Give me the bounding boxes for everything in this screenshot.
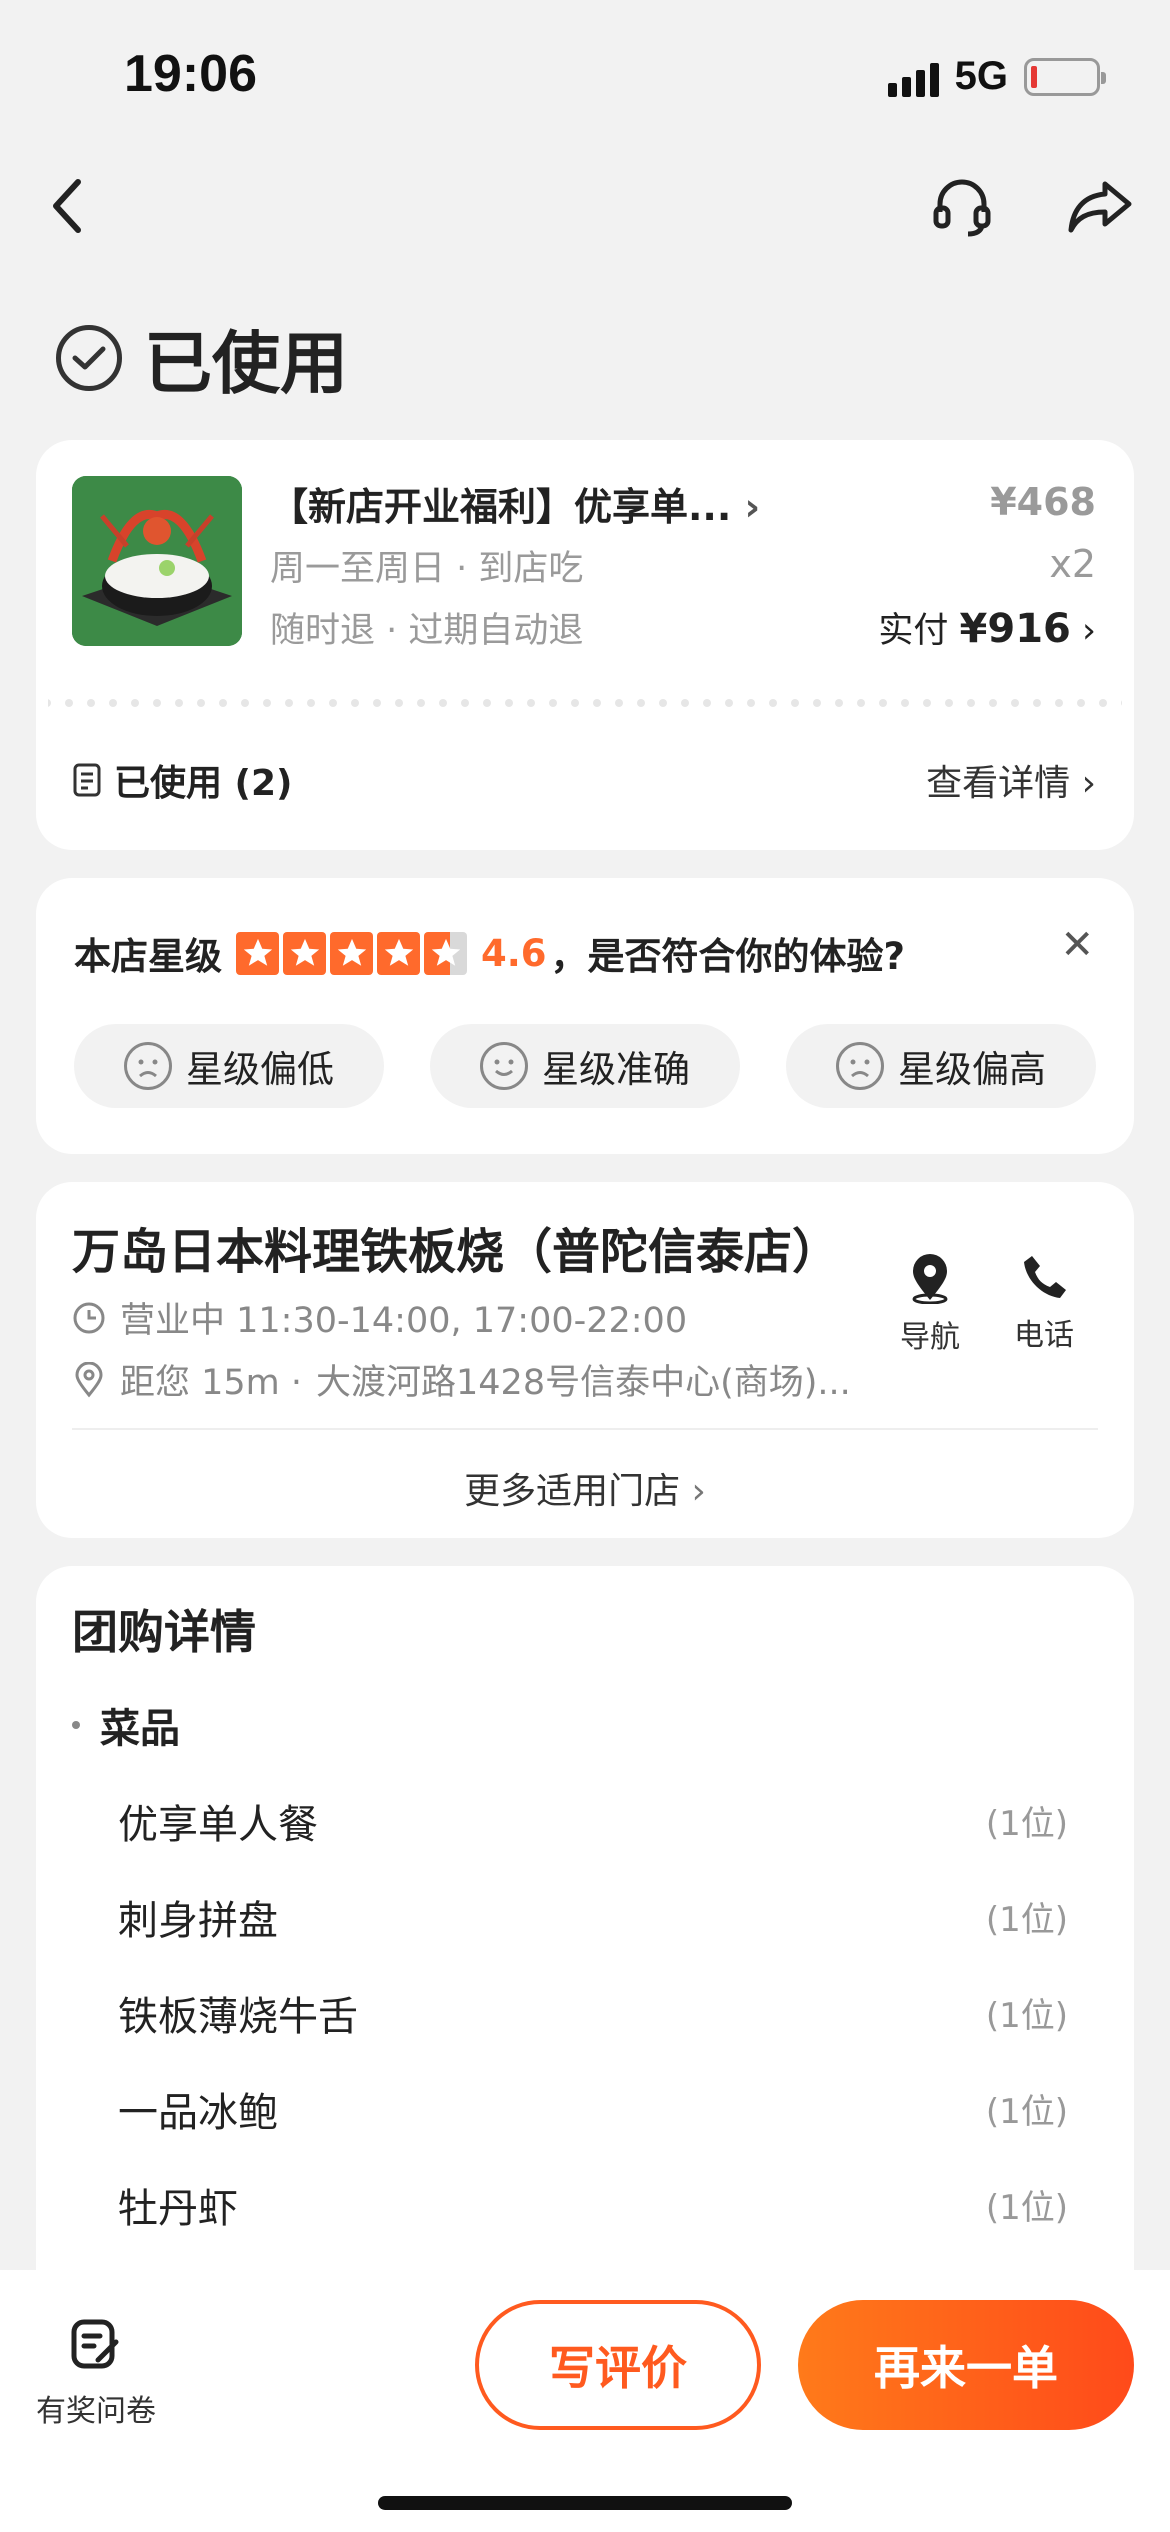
paid-label: 实付 xyxy=(878,611,960,651)
paid-amount: ¥916 xyxy=(959,606,1071,652)
rating-option-high[interactable]: 星级偏高 xyxy=(786,1024,1096,1108)
store-name[interactable]: 万岛日本料理铁板烧（普陀信泰店） xyxy=(72,1212,840,1282)
rating-option-accurate[interactable]: 星级准确 xyxy=(430,1024,740,1108)
reorder-button[interactable]: 再来一单 xyxy=(798,2300,1134,2430)
dish-name: 一品冰鲍 xyxy=(118,2090,278,2136)
deal-detail-card: 团购详情 菜品 优享单人餐 (1位) 刺身拼盘 (1位) 铁板薄烧牛舌 (1位)… xyxy=(36,1566,1134,2326)
chevron-right-icon: › xyxy=(744,485,761,529)
rating-option-low[interactable]: 星级偏低 xyxy=(74,1024,384,1108)
signal-icon xyxy=(887,57,939,97)
store-location[interactable]: 距您 15m · 大渡河路1428号信泰中心(商场)... xyxy=(72,1354,892,1405)
original-price: ¥468 xyxy=(990,480,1096,524)
store-hours: 营业中 11:30-14:00, 17:00-22:00 xyxy=(72,1292,687,1343)
order-card: 【新店开业福利】优享单... › 周一至周日 · 到店吃 随时退 · 过期自动退… xyxy=(36,440,1134,850)
face-smile-icon xyxy=(480,1042,528,1090)
share-icon[interactable] xyxy=(1060,166,1140,246)
deal-detail-title: 团购详情 xyxy=(72,1605,256,1659)
star-icon xyxy=(377,931,420,975)
order-schedule: 周一至周日 · 到店吃 xyxy=(270,549,584,589)
receipt-icon xyxy=(73,763,101,797)
survey-button[interactable]: 有奖问卷 xyxy=(36,2318,156,2430)
dish-quantity: (1位) xyxy=(985,1996,1068,2036)
network-type: 5G xyxy=(954,54,1008,98)
dish-quantity: (1位) xyxy=(985,2092,1068,2132)
more-stores-link[interactable]: 更多适用门店 › xyxy=(36,1462,1134,1514)
chevron-right-icon: › xyxy=(1082,611,1096,651)
phone-button[interactable]: 电话 xyxy=(994,1252,1094,1354)
product-thumbnail[interactable] xyxy=(72,476,242,646)
star-icon xyxy=(330,931,373,975)
dish-name: 铁板薄烧牛舌 xyxy=(118,1994,358,2040)
rating-label: 本店星级 xyxy=(74,935,222,978)
headset-icon[interactable] xyxy=(922,166,1002,246)
check-circle-icon xyxy=(56,324,122,391)
home-indicator xyxy=(378,2496,792,2510)
dish-quantity: (1位) xyxy=(985,2188,1068,2228)
face-sad-icon xyxy=(124,1042,172,1090)
dish-name: 优享单人餐 xyxy=(118,1802,318,1848)
bullet xyxy=(72,1721,80,1729)
half-star-icon xyxy=(424,931,467,975)
close-icon[interactable]: ✕ xyxy=(1060,922,1094,968)
chevron-right-icon: › xyxy=(1070,763,1096,804)
divider xyxy=(72,1428,1098,1430)
page-title: 已使用 xyxy=(144,325,349,404)
star-icon xyxy=(236,931,279,975)
used-status: 已使用 (2) xyxy=(72,754,293,806)
star-rating xyxy=(236,931,467,975)
navigation-button[interactable]: 导航 xyxy=(880,1252,980,1356)
dish-category: 菜品 xyxy=(72,1696,180,1754)
view-details-link[interactable]: 查看详情 › xyxy=(926,754,1096,806)
rating-score: 4.6 xyxy=(481,931,547,975)
star-icon xyxy=(283,931,326,975)
paid-amount-row[interactable]: 实付 ¥916 › xyxy=(878,602,1096,653)
chevron-right-icon: › xyxy=(680,1471,706,1512)
refund-policy: 随时退 · 过期自动退 xyxy=(270,611,584,651)
battery-icon xyxy=(1024,57,1106,96)
navigation-icon xyxy=(912,1254,948,1304)
status-time: 19:06 xyxy=(124,45,257,103)
bottom-action-bar: 有奖问卷 写评价 再来一单 xyxy=(0,2270,1170,2532)
product-name[interactable]: 【新店开业福利】优享单... › xyxy=(270,476,810,531)
survey-edit-icon xyxy=(71,2319,119,2369)
face-sad-icon xyxy=(836,1042,884,1090)
rating-card: 本店星级 4.6 ，是否符合你的体验? ✕ 星级偏低 星级准确 星级偏高 xyxy=(36,878,1134,1154)
rating-question: ，是否符合你的体验? xyxy=(550,935,906,978)
dish-name: 刺身拼盘 xyxy=(118,1898,278,1944)
status-indicators: 5G xyxy=(887,54,1106,99)
order-quantity: x2 xyxy=(1049,542,1096,586)
dish-name: 牡丹虾 xyxy=(118,2186,238,2232)
write-review-button[interactable]: 写评价 xyxy=(475,2300,761,2430)
rating-row: 本店星级 4.6 ，是否符合你的体验? xyxy=(74,926,905,980)
phone-icon xyxy=(1024,1256,1066,1298)
dish-quantity: (1位) xyxy=(985,1900,1068,1940)
page-title-row: 已使用 xyxy=(56,308,348,407)
ticket-divider xyxy=(48,698,1122,708)
back-icon[interactable] xyxy=(28,166,108,246)
location-pin-icon xyxy=(75,1361,103,1397)
clock-icon xyxy=(73,1302,105,1333)
dish-quantity: (1位) xyxy=(985,1804,1068,1844)
store-card: 万岛日本料理铁板烧（普陀信泰店） 营业中 11:30-14:00, 17:00-… xyxy=(36,1182,1134,1538)
